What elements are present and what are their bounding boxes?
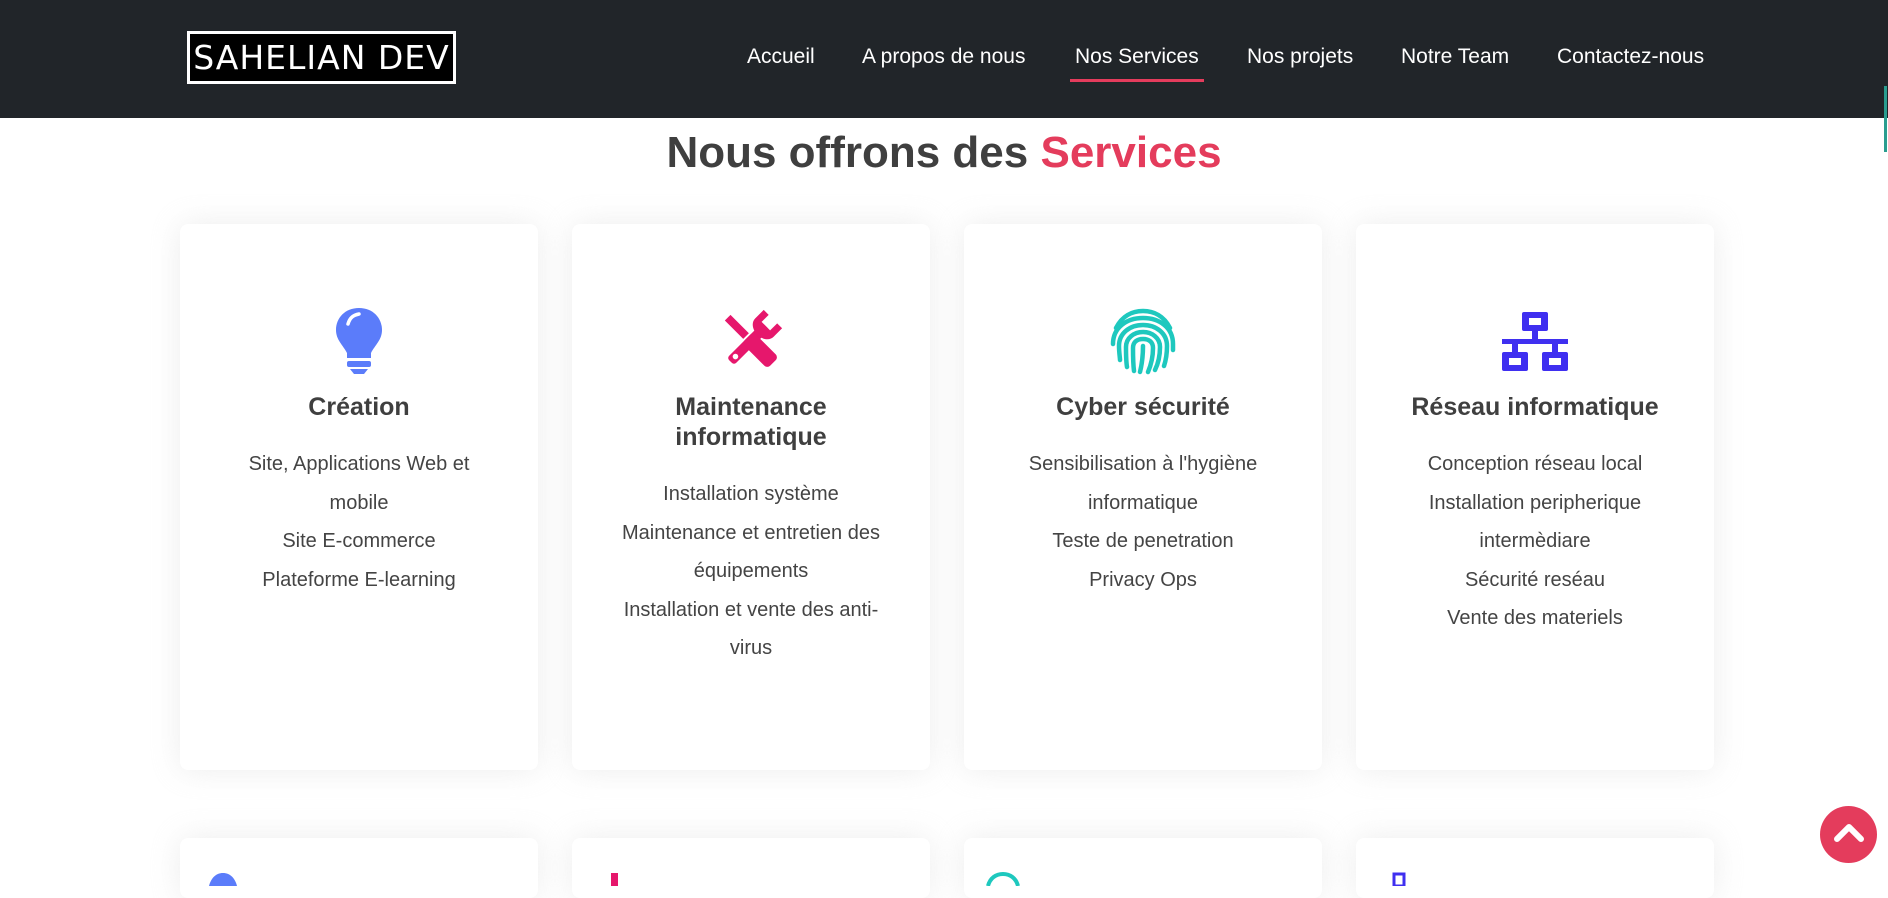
service-card-partial [572, 838, 930, 898]
card-title: Maintenance informatique [602, 392, 900, 452]
card-items: Site, Applications Web et mobile Site E-… [220, 445, 498, 599]
service-card-reseau: Réseau informatique Conception réseau lo… [1356, 224, 1714, 770]
tools-icon [572, 306, 930, 376]
site-header: SAHELIAN DEV Accueil A propos de nous No… [0, 0, 1888, 118]
card-title-line: Maintenance [675, 393, 827, 421]
nav-nos-projets[interactable]: Nos projets [1247, 42, 1353, 72]
card-item: Plateforme E-learning [262, 568, 456, 591]
card-item: Teste de penetration [1052, 530, 1234, 552]
card-item: équipements [693, 560, 809, 582]
card-item: Installation et vente des anti- [623, 598, 879, 621]
service-card-partial [1356, 838, 1714, 898]
card-item: Conception réseau local [1427, 453, 1643, 475]
card-title: Réseau informatique [1411, 393, 1659, 421]
nav-a-propos[interactable]: A propos de nous [862, 42, 1025, 72]
card-items: Conception réseau local Installation per… [1396, 445, 1674, 638]
back-to-top-button[interactable] [1820, 806, 1877, 863]
card-title: Cyber sécurité [1056, 393, 1230, 421]
lightbulb-icon [180, 306, 538, 376]
card-item: virus [729, 637, 773, 659]
device-icon [1392, 872, 1406, 891]
card-item: mobile [329, 491, 389, 514]
card-title-line: informatique [675, 423, 827, 451]
nav-contactez-nous[interactable]: Contactez-nous [1557, 42, 1704, 72]
card-item: Site, Applications Web et [248, 453, 470, 475]
shield-icon [986, 871, 1020, 891]
card-item: informatique [1087, 491, 1199, 514]
section-title-prefix: Nous offrons des [666, 128, 1029, 177]
card-item: Installation système [663, 483, 839, 505]
card-item: Site E-commerce [282, 530, 436, 552]
logo-text: SAHELIAN DEV [190, 34, 453, 81]
service-card-creation: Création Site, Applications Web et mobil… [180, 224, 538, 770]
card-item: Sécurité reséau [1464, 568, 1606, 591]
tool-icon [610, 872, 620, 891]
service-card-cyber: Cyber sécurité Sensibilisation à l'hygiè… [964, 224, 1322, 770]
service-card-maintenance: Maintenance informatique Installation sy… [572, 224, 930, 770]
card-item: intermèdiare [1479, 530, 1591, 552]
card-title: Création [308, 393, 410, 421]
section-title: Nous offrons des Services [0, 128, 1888, 178]
section-title-accent: Services [1040, 128, 1222, 177]
card-items: Sensibilisation à l'hygiène informatique… [1004, 445, 1282, 599]
card-items: Installation système Maintenance et entr… [612, 475, 890, 668]
card-item: Privacy Ops [1089, 568, 1197, 591]
chevron-up-icon [1833, 821, 1864, 848]
service-card-partial [964, 838, 1322, 898]
nav-accueil[interactable]: Accueil [747, 42, 815, 72]
nav-notre-team[interactable]: Notre Team [1401, 42, 1509, 72]
nav-nos-services[interactable]: Nos Services [1070, 42, 1204, 82]
card-item: Maintenance et entretien des [622, 521, 880, 544]
site-logo[interactable]: SAHELIAN DEV [187, 31, 456, 84]
service-card-partial [180, 838, 538, 898]
card-item: Vente des materiels [1447, 607, 1623, 629]
card-item: Sensibilisation à l'hygiène [1028, 453, 1258, 475]
globe-icon [208, 872, 238, 891]
fingerprint-icon [964, 306, 1322, 376]
card-item: Installation peripherique [1428, 491, 1642, 514]
network-icon [1356, 306, 1714, 376]
